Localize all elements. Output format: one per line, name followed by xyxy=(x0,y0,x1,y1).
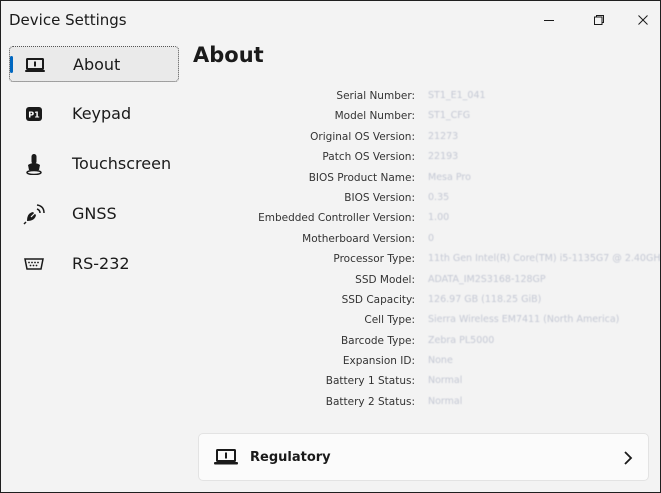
info-label: Patch OS Version: xyxy=(322,151,415,164)
sidebar-item-label: RS-232 xyxy=(72,254,130,273)
close-button[interactable] xyxy=(621,1,660,39)
device-settings-window: Device Settings About P1 Keypad Touchscr… xyxy=(0,0,661,493)
restore-icon xyxy=(594,15,604,25)
info-row: SSD Capacity: 126.97 GB (118.25 GiB) xyxy=(191,291,651,311)
info-row: BIOS Version: 0.35 xyxy=(191,189,651,209)
device-info-list: Serial Number: ST1_E1_041 Model Number: ST1… xyxy=(191,87,660,413)
info-value: 22193 xyxy=(428,151,459,163)
info-value: Normal xyxy=(428,375,463,387)
sidebar-nav: About P1 Keypad Touchscreen GNSS RS-232 xyxy=(9,46,179,296)
sidebar-item-rs232[interactable]: RS-232 xyxy=(9,246,179,282)
info-row: Cell Type: Sierra Wireless EM7411 (North … xyxy=(191,311,651,331)
info-label: Processor Type: xyxy=(333,253,415,266)
info-row: Barcode Type: Zebra PL5000 xyxy=(191,332,651,352)
gnss-satellite-icon xyxy=(23,204,45,225)
sidebar-item-label: About xyxy=(73,55,121,74)
info-value: ST1_E1_041 xyxy=(428,90,486,101)
window-title: Device Settings xyxy=(9,11,127,29)
chevron-right-icon xyxy=(624,451,633,465)
info-value: 0.35 xyxy=(428,191,450,203)
info-value: 0 xyxy=(428,232,435,244)
info-value: Zebra PL5000 xyxy=(428,334,495,346)
sidebar-item-label: Keypad xyxy=(72,104,132,123)
maximize-button[interactable] xyxy=(577,1,621,39)
info-label: Cell Type: xyxy=(364,314,415,327)
info-value: Mesa Pro xyxy=(428,171,471,183)
info-row: Processor Type: 11th Gen Intel(R) Core(TM… xyxy=(191,250,660,270)
title-bar: Device Settings xyxy=(1,1,660,39)
sidebar-item-keypad[interactable]: P1 Keypad xyxy=(9,96,179,132)
info-row: Model Number: ST1_CFG xyxy=(191,107,651,127)
info-value: 126.97 GB (118.25 GiB) xyxy=(428,293,542,305)
info-label: Embedded Controller Version: xyxy=(258,212,415,225)
svg-text:P1: P1 xyxy=(28,111,40,120)
info-value: Sierra Wireless EM7411 (North America) xyxy=(428,314,620,326)
info-label: Serial Number: xyxy=(336,90,415,102)
info-value: 21273 xyxy=(428,130,459,142)
info-value: 1.00 xyxy=(428,212,450,224)
sidebar-item-about[interactable]: About xyxy=(9,46,179,82)
info-value: ST1_CFG xyxy=(428,110,471,122)
touchscreen-icon xyxy=(23,154,45,175)
about-icon xyxy=(24,55,46,75)
sidebar-item-gnss[interactable]: GNSS xyxy=(9,196,179,232)
info-value: Normal xyxy=(428,395,463,407)
info-row: Battery 2 Status: Normal xyxy=(191,393,651,413)
minimize-icon xyxy=(544,20,554,21)
serial-port-icon xyxy=(23,254,45,274)
info-row: SSD Model: ADATA_IM2S3168-128GP xyxy=(191,271,651,291)
sidebar-item-label: GNSS xyxy=(72,204,117,223)
selection-indicator xyxy=(10,56,13,73)
page-title: About xyxy=(193,43,264,67)
info-label: Battery 2 Status: xyxy=(325,395,415,408)
info-row: Original OS Version: 21273 xyxy=(191,128,651,148)
info-label: BIOS Version: xyxy=(344,191,415,204)
info-value: ADATA_IM2S3168-128GP xyxy=(428,273,546,285)
info-label: Model Number: xyxy=(334,110,415,123)
info-row: Expansion ID: None xyxy=(191,352,651,372)
info-label: Motherboard Version: xyxy=(302,232,415,245)
regulatory-card[interactable]: Regulatory xyxy=(198,433,649,481)
info-label: BIOS Product Name: xyxy=(308,171,415,184)
close-icon xyxy=(638,15,648,25)
info-label: Barcode Type: xyxy=(340,334,415,347)
minimize-button[interactable] xyxy=(527,1,571,39)
keypad-icon: P1 xyxy=(23,104,45,124)
info-row: Motherboard Version: 0 xyxy=(191,230,651,250)
info-label: Battery 1 Status: xyxy=(325,375,415,388)
info-row: BIOS Product Name: Mesa Pro xyxy=(191,169,651,189)
info-row: Serial Number: ST1_E1_041 xyxy=(191,87,651,107)
sidebar-item-label: Touchscreen xyxy=(72,154,172,173)
sidebar-item-touchscreen[interactable]: Touchscreen xyxy=(9,146,179,182)
info-value: 11th Gen Intel(R) Core(TM) i5-1135G7 @ 2… xyxy=(428,253,661,265)
info-value: None xyxy=(428,355,453,367)
info-label: SSD Model: xyxy=(355,273,415,286)
info-row: Embedded Controller Version: 1.00 xyxy=(191,209,651,229)
info-label: Expansion ID: xyxy=(342,355,415,368)
regulatory-label: Regulatory xyxy=(250,450,331,465)
info-row: Patch OS Version: 22193 xyxy=(191,148,651,168)
info-label: Original OS Version: xyxy=(310,130,415,143)
regulatory-icon xyxy=(213,446,239,468)
info-label: SSD Capacity: xyxy=(341,293,415,306)
info-row: Battery 1 Status: Normal xyxy=(191,372,651,392)
